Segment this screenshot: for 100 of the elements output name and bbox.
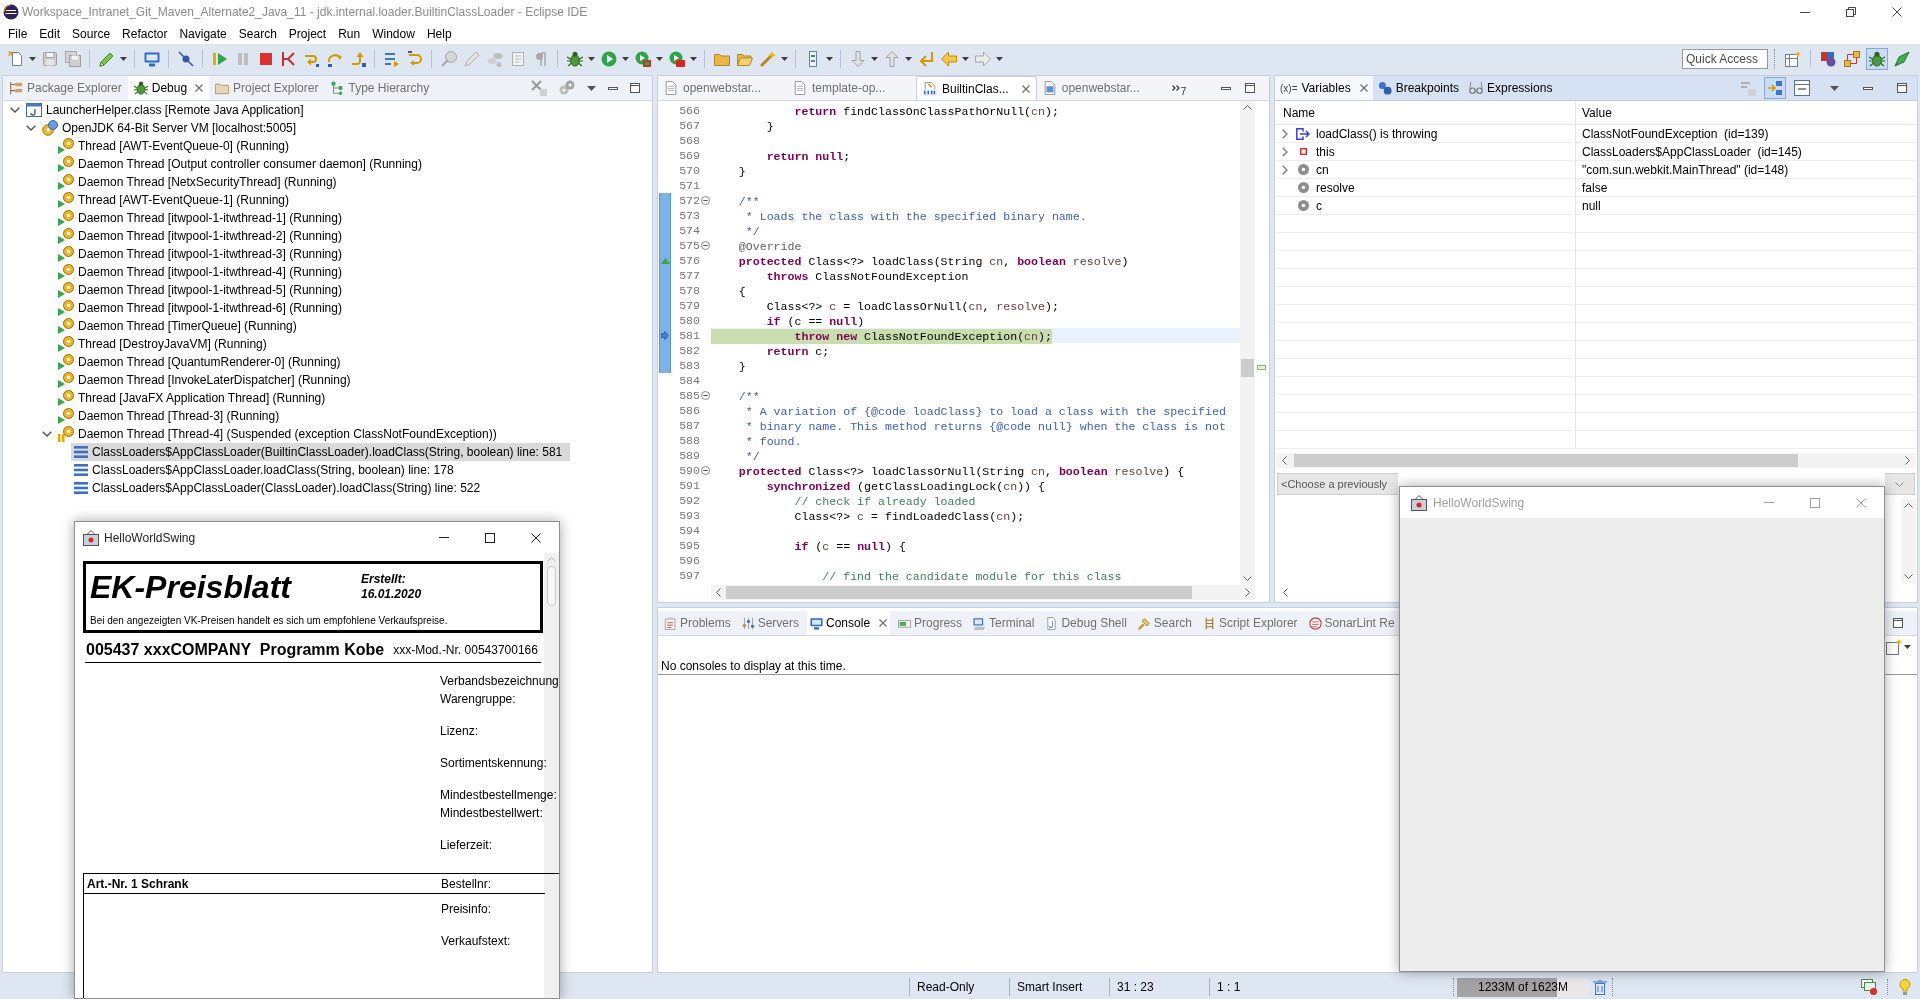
pen-icon[interactable] xyxy=(98,50,115,67)
caret-icon[interactable] xyxy=(781,56,788,61)
minus-circle-icon[interactable] xyxy=(701,196,710,205)
view-tab[interactable]: SonarLint Re xyxy=(1305,611,1398,635)
tree-item[interactable]: Thread [AWT-EventQueue-0] (Running) xyxy=(78,137,297,155)
view-tab[interactable]: Terminal xyxy=(970,611,1038,635)
view-tab[interactable]: Expressions xyxy=(1464,76,1558,100)
tree-item[interactable]: ClassLoaders$AppClassLoader.loadClass(String, boolean) line: 178 xyxy=(71,461,462,479)
maximize-icon[interactable] xyxy=(1897,83,1907,93)
chevron-right-icon[interactable] xyxy=(1245,588,1250,597)
menu-item[interactable]: Window xyxy=(366,24,421,44)
tree-item[interactable]: Daemon Thread [Output controller consumer daemon] (Running) xyxy=(78,155,430,173)
tree-item[interactable]: Daemon Thread [itwpool-1-itwthread-4] (Running) xyxy=(78,263,350,281)
tree-item[interactable]: Thread [AWT-EventQueue-1] (Running) xyxy=(78,191,297,209)
tree-item[interactable]: Daemon Thread [itwpool-1-itwthread-2] (Running) xyxy=(78,227,350,245)
caret-icon[interactable] xyxy=(962,56,969,61)
menu-item[interactable]: Edit xyxy=(33,24,67,44)
trash-icon[interactable] xyxy=(1593,979,1607,995)
chevron-left-icon[interactable] xyxy=(1282,456,1287,465)
caret-icon[interactable] xyxy=(1904,644,1911,649)
tree-item[interactable]: Daemon Thread [Thread-4] (Suspended (exception ClassNotFoundException)) xyxy=(78,425,505,443)
monitor-icon[interactable] xyxy=(143,50,160,67)
view-tab[interactable]: Servers xyxy=(738,611,803,635)
scrollbar-thumb[interactable] xyxy=(726,586,1192,599)
variable-name[interactable]: this xyxy=(1316,142,1335,161)
play-bar-icon[interactable] xyxy=(211,50,228,67)
chevron-right-icon[interactable] xyxy=(1282,128,1288,139)
maximize-icon[interactable] xyxy=(1245,83,1255,93)
chevron-right-icon[interactable] xyxy=(1282,146,1288,157)
curved-arrow-icon[interactable] xyxy=(349,50,366,67)
column-header[interactable]: Name xyxy=(1283,103,1315,122)
restore-icon[interactable] xyxy=(1846,7,1856,17)
tree-item[interactable]: Daemon Thread [TimerQueue] (Running) xyxy=(78,317,305,335)
close-icon[interactable] xyxy=(531,532,541,543)
view-tab[interactable]: Debug xyxy=(127,76,210,100)
editor-tab[interactable]: BuiltinClas... xyxy=(916,76,1037,100)
caret-icon[interactable] xyxy=(996,56,1003,61)
variable-name[interactable]: resolve xyxy=(1316,178,1355,197)
maximize-icon[interactable] xyxy=(485,532,495,543)
tree-item[interactable]: Thread [DestroyJavaVM] (Running) xyxy=(78,335,275,353)
close-icon[interactable] xyxy=(1892,7,1902,17)
scrollbar[interactable] xyxy=(711,585,1255,600)
chevron-left-icon[interactable] xyxy=(1283,588,1288,597)
scrollbar[interactable] xyxy=(1901,499,1916,583)
menu-item[interactable]: Help xyxy=(420,24,458,44)
collapse-all-icon[interactable] xyxy=(1794,80,1810,96)
menu-item[interactable]: Refactor xyxy=(116,24,174,44)
view-tab[interactable]: Type Hierarchy xyxy=(324,76,436,100)
menu-item[interactable]: Navigate xyxy=(173,24,233,44)
editor-tab[interactable]: openwebstar... xyxy=(658,76,787,100)
arrow-blocks-icon[interactable] xyxy=(1767,80,1783,96)
blocks-icon[interactable] xyxy=(1820,50,1836,67)
branch-icon[interactable] xyxy=(280,50,297,67)
chevron-down-icon[interactable] xyxy=(10,107,20,113)
tree-item[interactable]: Daemon Thread [itwpool-1-itwthread-1] (Running) xyxy=(78,209,350,227)
caret-icon[interactable] xyxy=(656,56,663,61)
lines-arrow-icon[interactable] xyxy=(383,50,400,67)
editor-tab[interactable]: openwebstar... xyxy=(1036,76,1166,100)
tab-overflow-button[interactable]: 7 xyxy=(1171,76,1187,100)
scrollbar-thumb[interactable] xyxy=(547,566,556,606)
stop-icon[interactable] xyxy=(257,50,274,67)
scrollbar-thumb[interactable] xyxy=(1241,359,1254,377)
chevron-down-icon[interactable] xyxy=(1904,574,1913,579)
chevron-up-icon[interactable] xyxy=(1904,503,1913,508)
detail-format-combo[interactable]: <Choose a previously xyxy=(1277,473,1398,495)
view-tab[interactable]: Project Explorer xyxy=(209,76,325,100)
tree-item[interactable]: Daemon Thread [QuantumRenderer-0] (Running) xyxy=(78,353,349,371)
minus-circle-icon[interactable] xyxy=(701,241,710,250)
chevron-down-icon[interactable] xyxy=(26,125,36,131)
menu-item[interactable]: Run xyxy=(332,24,367,44)
caret-icon[interactable] xyxy=(826,56,833,61)
play-icon[interactable] xyxy=(600,50,617,67)
tree-item[interactable]: ClassLoaders$AppClassLoader(BuiltinClassLoader).loadClass(String, boolean) line: 581 xyxy=(71,443,571,461)
linked-boxes-icon[interactable] xyxy=(1844,50,1860,67)
windows-dot-icon[interactable] xyxy=(1861,979,1877,995)
new-file-icon[interactable] xyxy=(7,50,24,67)
wand-icon[interactable] xyxy=(759,50,776,67)
minimize-icon[interactable] xyxy=(1221,86,1231,90)
caret-icon[interactable] xyxy=(29,56,36,61)
minus-circle-icon[interactable] xyxy=(701,391,710,400)
tree-item[interactable]: Daemon Thread [NetxSecurityThread] (Running) xyxy=(78,173,345,191)
caret-icon[interactable] xyxy=(871,56,878,61)
caret-icon[interactable] xyxy=(120,56,127,61)
heap-bar[interactable]: 1233M of 1623M xyxy=(1457,977,1589,997)
editor-tab[interactable]: template-op... xyxy=(787,76,916,100)
chevron-down-icon[interactable] xyxy=(42,431,52,437)
view-tab[interactable]: Console xyxy=(807,611,891,635)
chevron-right-icon[interactable] xyxy=(1282,164,1288,175)
minimize-icon[interactable] xyxy=(1800,11,1810,13)
minimize-icon[interactable] xyxy=(1863,86,1873,90)
caret-icon[interactable] xyxy=(622,56,629,61)
leaf-icon[interactable] xyxy=(1894,50,1910,67)
tree-item[interactable]: Daemon Thread [itwpool-1-itwthread-3] (Running) xyxy=(78,245,350,263)
tree-item[interactable]: OpenJDK 64-Bit Server VM [localhost:5005] xyxy=(39,119,305,137)
menu-item[interactable]: File xyxy=(2,24,34,44)
scrollbar[interactable] xyxy=(1240,101,1255,585)
variable-name[interactable]: c xyxy=(1316,196,1322,215)
chevron-up-icon[interactable] xyxy=(1243,105,1252,110)
scrollbar[interactable] xyxy=(1277,453,1915,468)
maximize-icon[interactable] xyxy=(630,83,640,93)
